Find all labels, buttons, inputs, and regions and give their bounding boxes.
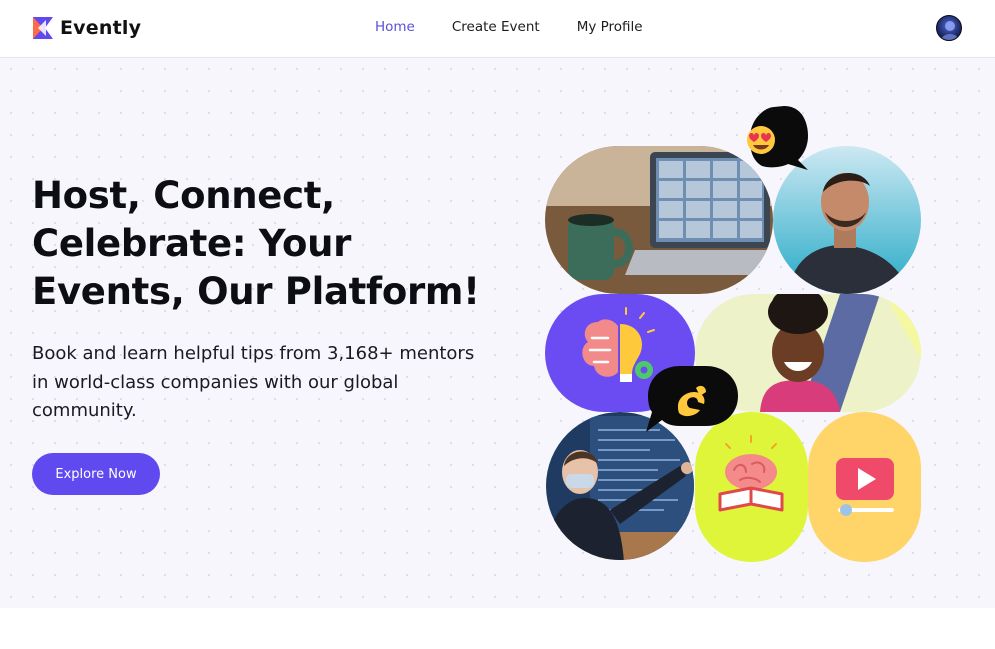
brand-logo[interactable]: Evently bbox=[32, 14, 141, 42]
below-fold-area bbox=[0, 608, 995, 649]
nav-create-event[interactable]: Create Event bbox=[452, 18, 540, 36]
nav-home[interactable]: Home bbox=[375, 18, 415, 36]
collage-graphic bbox=[545, 106, 921, 562]
hero-title-line-2: Celebrate: Your bbox=[32, 222, 352, 265]
hero-collage bbox=[540, 100, 930, 570]
play-video-icon bbox=[808, 412, 921, 562]
top-navbar: Evently Home Create Event My Profile bbox=[0, 0, 995, 58]
user-avatar[interactable] bbox=[936, 15, 962, 41]
hero-subtitle-line-1: Book and learn helpful tips from 3,168+ … bbox=[32, 343, 475, 364]
hero-subtitle-line-2: in world-class companies with our global bbox=[32, 371, 399, 393]
presenter-photo bbox=[546, 412, 694, 560]
main-nav: Home Create Event My Profile bbox=[375, 18, 680, 36]
hero-subtitle-line-3: community. bbox=[32, 400, 137, 421]
nav-my-profile[interactable]: My Profile bbox=[577, 18, 643, 36]
heart-eyes-emoji-bubble bbox=[747, 106, 808, 170]
brain-book-icon bbox=[695, 412, 808, 562]
evently-logo-icon bbox=[33, 17, 53, 39]
hero-title: Host, Connect, Celebrate: Your Events, O… bbox=[32, 172, 502, 316]
brand-name: Evently bbox=[60, 17, 142, 39]
hero-title-line-3: Events, Our Platform! bbox=[32, 270, 480, 313]
avatar-icon bbox=[941, 21, 959, 40]
explore-now-button[interactable]: Explore Now bbox=[32, 453, 160, 495]
hero-subtitle: Book and learn helpful tips from 3,168+ … bbox=[32, 340, 502, 426]
hero-title-line-1: Host, Connect, bbox=[32, 174, 335, 217]
smiling-man-photo bbox=[773, 146, 921, 294]
video-call-photo bbox=[545, 146, 773, 294]
